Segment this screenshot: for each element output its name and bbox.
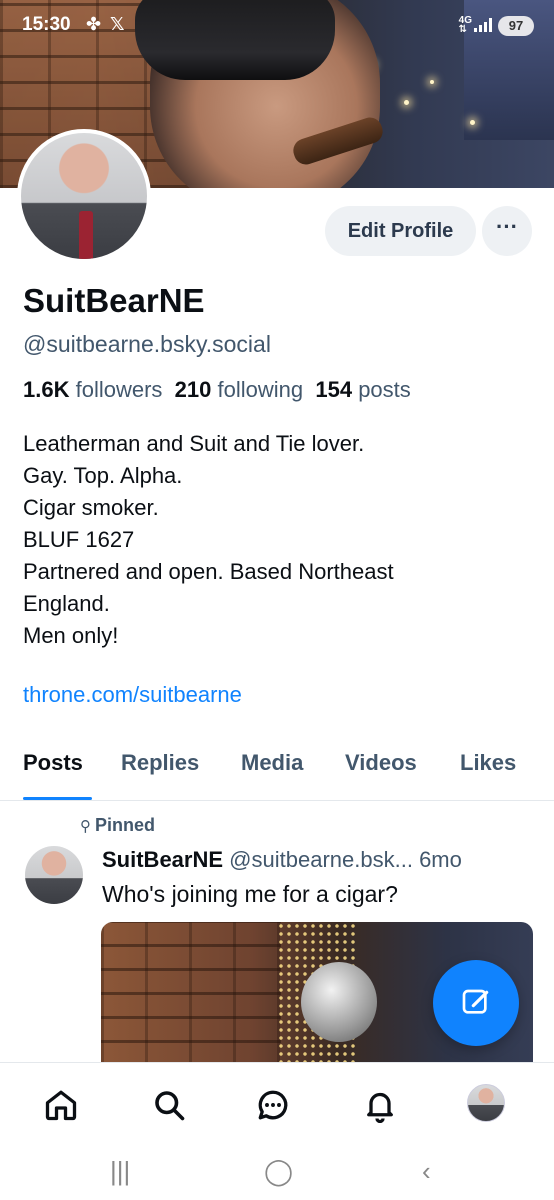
- edit-profile-button[interactable]: Edit Profile: [325, 206, 476, 256]
- post-author-handle[interactable]: @suitbearne.bsk...: [229, 847, 413, 872]
- tab-replies[interactable]: Replies: [121, 750, 199, 776]
- avatar-tie: [79, 211, 93, 259]
- post-age: 6mo: [419, 847, 462, 872]
- pin-icon: ⚲: [80, 818, 91, 835]
- more-options-button[interactable]: ···: [482, 206, 532, 256]
- pinned-indicator: ⚲ Pinned: [80, 815, 156, 835]
- banner-light: [404, 100, 409, 105]
- profile-tabs: Posts Replies Media Videos Likes: [0, 748, 554, 801]
- bio-line: Men only!: [23, 623, 119, 648]
- active-tab-indicator: [23, 797, 92, 800]
- pinwheel-icon: ✤: [86, 14, 102, 34]
- profile-handle: @suitbearne.bsky.social: [23, 331, 271, 357]
- tab-likes[interactable]: Likes: [460, 750, 516, 776]
- home-system-icon[interactable]: ◯: [264, 1156, 293, 1187]
- image-bauble: [301, 962, 377, 1042]
- display-name: SuitBearNE: [23, 282, 205, 319]
- bio-line: BLUF 1627: [23, 527, 135, 552]
- profile-stats: 1.6K followers 210 following 154 posts: [23, 377, 411, 403]
- bell-icon[interactable]: [362, 1087, 398, 1123]
- banner-light: [430, 80, 434, 84]
- posts-count: 154 posts: [315, 377, 411, 402]
- tab-videos[interactable]: Videos: [345, 750, 417, 776]
- bio-line: Leatherman and Suit and Tie lover.: [23, 431, 365, 456]
- compose-button[interactable]: [433, 960, 519, 1046]
- x-logo-icon: 𝕏: [110, 14, 125, 34]
- home-icon[interactable]: [43, 1087, 79, 1123]
- profile-avatar-nav[interactable]: [467, 1084, 505, 1122]
- back-icon[interactable]: ‹: [422, 1156, 431, 1187]
- status-bar: 15:30 ✤ 𝕏 4G ⇅ 97: [0, 0, 554, 52]
- battery-indicator: 97: [498, 16, 534, 36]
- search-icon[interactable]: [151, 1087, 187, 1123]
- post-author-name[interactable]: SuitBearNE: [102, 847, 223, 872]
- profile-avatar[interactable]: [17, 129, 151, 263]
- banner-light: [470, 120, 475, 125]
- status-time: 15:30: [22, 14, 71, 35]
- network-type: 4G ⇅: [458, 15, 472, 35]
- signal-icon: [474, 18, 492, 32]
- post-author-avatar[interactable]: [25, 846, 83, 904]
- bio-line: Partnered and open. Based Northeast: [23, 559, 394, 584]
- bio-line: Gay. Top. Alpha.: [23, 463, 183, 488]
- bottom-nav: [0, 1062, 554, 1146]
- profile-bio: Leatherman and Suit and Tie lover. Gay. …: [23, 428, 523, 652]
- post-header: SuitBearNE @suitbearne.bsk... 6mo: [102, 847, 462, 873]
- followers-link[interactable]: 1.6K followers: [23, 377, 162, 402]
- bio-line: Cigar smoker.: [23, 495, 159, 520]
- profile-link[interactable]: throne.com/suitbearne: [23, 682, 242, 708]
- recent-apps-icon[interactable]: |||: [110, 1156, 130, 1187]
- tab-posts[interactable]: Posts: [23, 750, 83, 776]
- image-brick-wall: [101, 922, 281, 1067]
- post-text[interactable]: Who's joining me for a cigar?: [102, 881, 398, 908]
- bio-line: England.: [23, 591, 110, 616]
- tab-media[interactable]: Media: [241, 750, 303, 776]
- following-link[interactable]: 210 following: [175, 377, 303, 402]
- compose-icon: [462, 989, 489, 1014]
- chat-icon[interactable]: [255, 1087, 291, 1123]
- system-nav-bar: ||| ◯ ‹: [0, 1146, 554, 1200]
